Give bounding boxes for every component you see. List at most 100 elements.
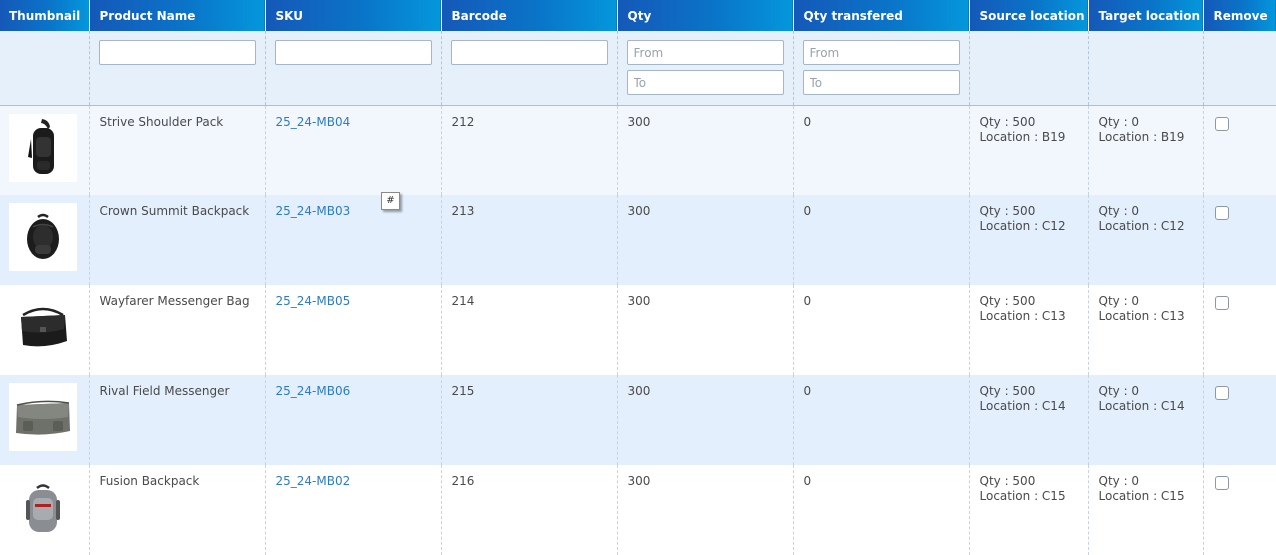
remove-cell (1203, 465, 1276, 555)
filter-cell-qty (617, 31, 794, 106)
remove-checkbox[interactable] (1214, 206, 1229, 220)
barcode-cell: 214 (441, 285, 618, 375)
product-name-cell: Rival Field Messenger (89, 375, 266, 465)
column-header-qty[interactable]: Qty (617, 0, 794, 31)
target-qty: Qty : 0 (1098, 294, 1140, 308)
qty-cell: 300 (617, 375, 794, 465)
thumbnail-cell (0, 195, 90, 285)
hash-tooltip: # (381, 192, 400, 210)
target-qty: Qty : 0 (1098, 204, 1140, 218)
backpack-icon (27, 213, 59, 259)
product-name-cell: Crown Summit Backpack (89, 195, 266, 285)
header-row: Thumbnail Product Name SKU Barcode Qty Q… (0, 0, 1276, 31)
thumbnail-cell (0, 285, 90, 375)
barcode-cell: 212 (441, 105, 618, 195)
target-location: Location : C15 (1098, 489, 1185, 503)
product-thumbnail[interactable] (9, 113, 77, 182)
sku-cell: 25_24-MB06 (265, 375, 442, 465)
column-header-thumbnail[interactable]: Thumbnail (0, 0, 90, 31)
qty-from-input[interactable] (626, 40, 784, 65)
remove-cell (1203, 375, 1276, 465)
qty-transfered-cell: 0 (793, 195, 970, 285)
remove-cell (1203, 285, 1276, 375)
remove-checkbox[interactable] (1214, 116, 1229, 131)
sku-link[interactable]: 25_24-MB06 (276, 384, 351, 398)
source-qty: Qty : 500 (979, 294, 1036, 308)
table-row[interactable]: Strive Shoulder Pack 25_24-MB04 212 300 … (0, 105, 1276, 195)
source-qty: Qty : 500 (979, 204, 1036, 218)
qty-transfered-cell: 0 (793, 375, 970, 465)
qty-cell: 300 (617, 105, 794, 195)
target-location-cell: Qty : 0 Location : C15 (1088, 465, 1204, 555)
qty-transfered-to-input[interactable] (802, 70, 960, 95)
filter-cell-barcode (441, 31, 618, 106)
filter-cell-thumbnail (0, 31, 90, 106)
target-location-cell: Qty : 0 Location : C13 (1088, 285, 1204, 375)
filter-cell-remove (1203, 31, 1276, 106)
column-header-remove[interactable]: Remove (1203, 0, 1276, 31)
filter-cell-source-location (969, 31, 1089, 106)
product-name-filter-input[interactable] (98, 40, 256, 65)
remove-checkbox[interactable] (1214, 386, 1229, 400)
barcode-cell: 215 (441, 375, 618, 465)
barcode-cell: 216 (441, 465, 618, 555)
column-header-barcode[interactable]: Barcode (441, 0, 618, 31)
messenger-bag-icon (21, 307, 67, 347)
column-header-target-location[interactable]: Target location (1088, 0, 1204, 31)
target-location: Location : C13 (1098, 309, 1185, 323)
table-row[interactable]: Wayfarer Messenger Bag 25_24-MB05 214 30… (0, 285, 1276, 375)
source-location-cell: Qty : 500 Location : C14 (969, 375, 1089, 465)
qty-to-input[interactable] (626, 70, 784, 95)
source-location: Location : C12 (979, 219, 1066, 233)
target-location-cell: Qty : 0 Location : B19 (1088, 105, 1204, 195)
remove-checkbox[interactable] (1214, 296, 1229, 310)
product-name-cell: Fusion Backpack (89, 465, 266, 555)
remove-checkbox[interactable] (1214, 476, 1229, 490)
table-row[interactable]: Crown Summit Backpack 25_24-MB03 213 300… (0, 195, 1276, 285)
sku-filter-input[interactable] (274, 40, 432, 65)
column-header-qty-transfered[interactable]: Qty transfered (793, 0, 970, 31)
sku-link[interactable]: 25_24-MB03 (276, 204, 351, 218)
source-location-cell: Qty : 500 Location : C12 (969, 195, 1089, 285)
qty-cell: 300 (617, 285, 794, 375)
target-location: Location : B19 (1098, 129, 1185, 144)
thumbnail-cell (0, 375, 90, 465)
product-name-cell: Wayfarer Messenger Bag (89, 285, 266, 375)
table-row[interactable]: Rival Field Messenger 25_24-MB06 215 300… (0, 375, 1276, 465)
thumbnail-cell (0, 465, 90, 555)
sku-link[interactable]: 25_24-MB02 (276, 474, 351, 488)
fusion-backpack-icon (26, 484, 60, 532)
filter-cell-sku (265, 31, 442, 106)
qty-transfered-cell: 0 (793, 465, 970, 555)
target-qty: Qty : 0 (1098, 384, 1140, 398)
product-thumbnail[interactable] (9, 383, 77, 451)
remove-cell (1203, 105, 1276, 195)
target-qty: Qty : 0 (1098, 114, 1140, 129)
table-row[interactable]: Fusion Backpack 25_24-MB02 216 300 0 Qty… (0, 465, 1276, 555)
product-thumbnail[interactable] (9, 203, 77, 271)
sku-cell: 25_24-MB05 (265, 285, 442, 375)
sku-cell: 25_24-MB02 (265, 465, 442, 555)
column-header-sku[interactable]: SKU (265, 0, 442, 31)
source-location: Location : C13 (979, 309, 1066, 323)
target-location: Location : C12 (1098, 219, 1185, 233)
barcode-filter-input[interactable] (450, 40, 608, 65)
column-header-product-name[interactable]: Product Name (89, 0, 266, 31)
source-location: Location : C15 (979, 489, 1066, 503)
source-location-cell: Qty : 500 Location : C15 (969, 465, 1089, 555)
source-location: Location : B19 (979, 129, 1066, 144)
source-qty: Qty : 500 (979, 474, 1036, 488)
field-messenger-icon (16, 400, 70, 435)
column-header-source-location[interactable]: Source location (969, 0, 1089, 31)
qty-transfered-from-input[interactable] (802, 40, 960, 65)
remove-cell (1203, 195, 1276, 285)
sku-link[interactable]: 25_24-MB05 (276, 294, 351, 308)
product-thumbnail[interactable] (9, 293, 77, 361)
product-thumbnail[interactable] (9, 473, 77, 541)
target-qty: Qty : 0 (1098, 474, 1140, 488)
qty-transfered-cell: 0 (793, 285, 970, 375)
source-qty: Qty : 500 (979, 114, 1036, 129)
qty-cell: 300 (617, 195, 794, 285)
shoulder-pack-icon (28, 118, 54, 174)
sku-link[interactable]: 25_24-MB04 (276, 115, 351, 129)
